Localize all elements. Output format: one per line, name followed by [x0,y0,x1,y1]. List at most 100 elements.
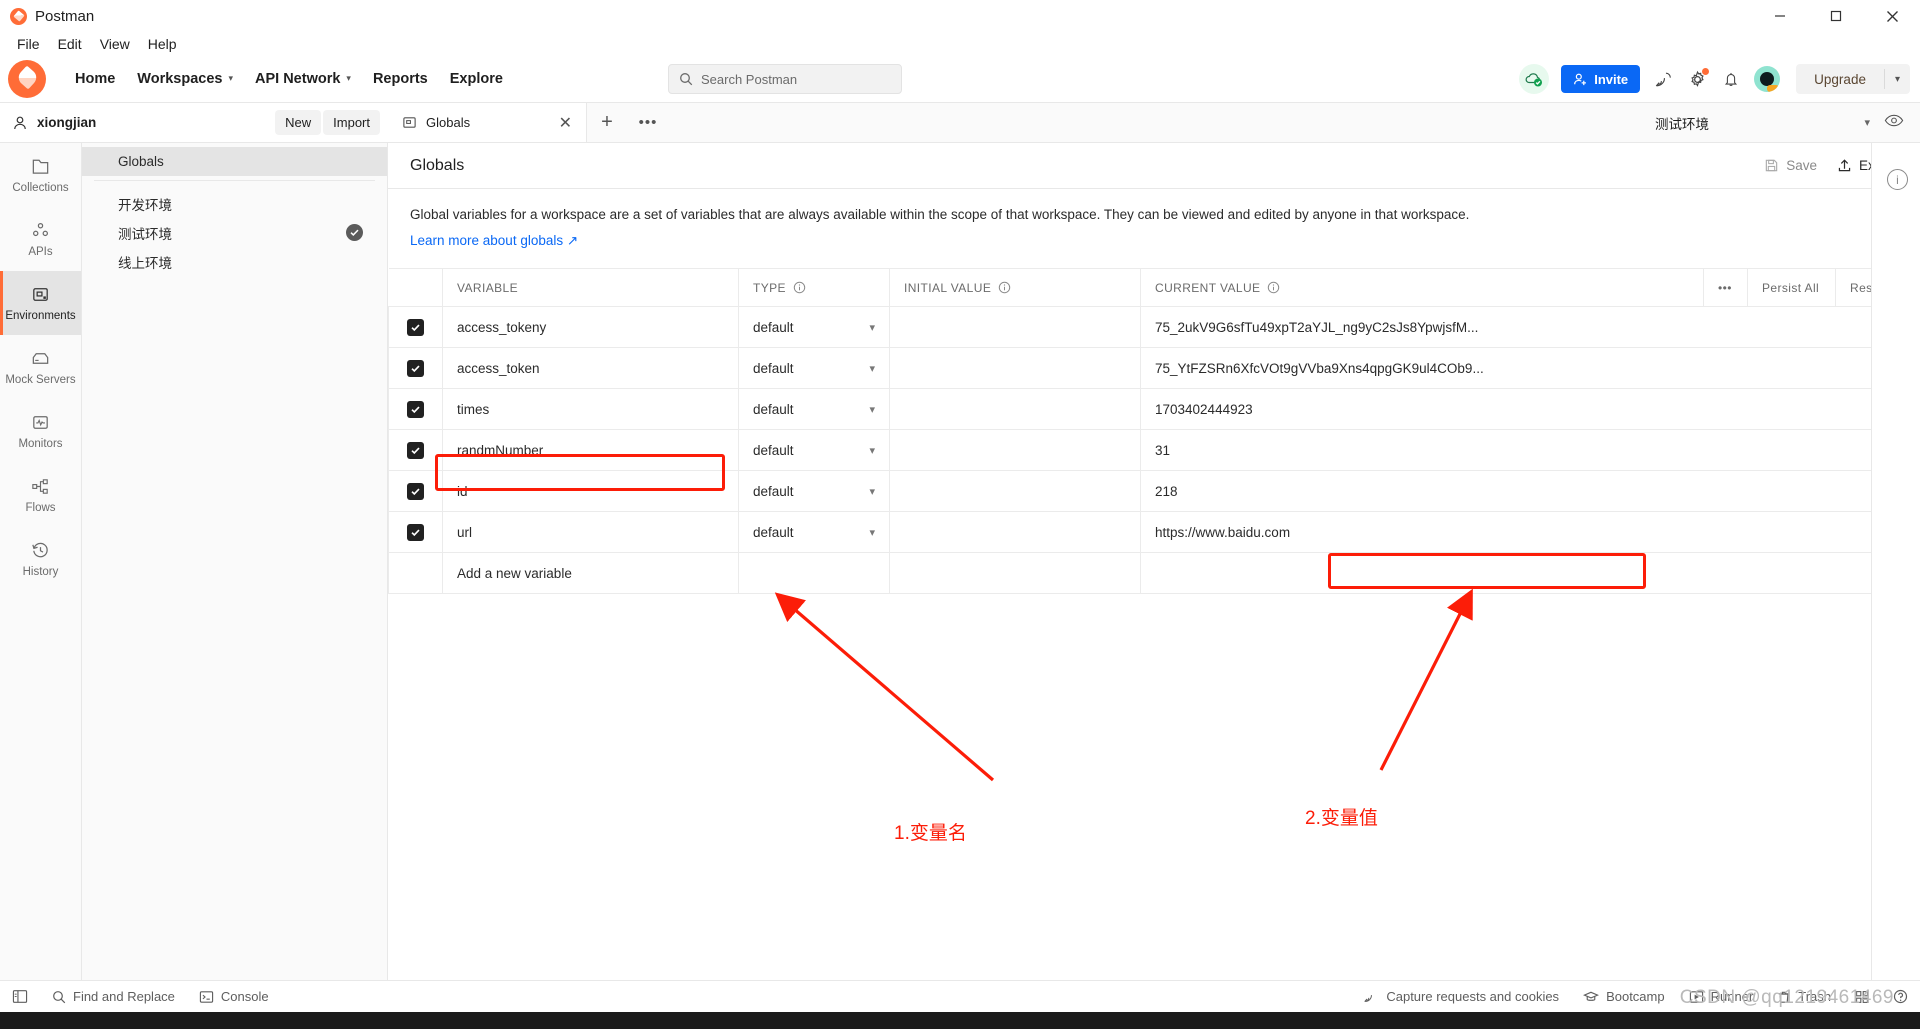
menu-file[interactable]: File [8,34,49,54]
variable-type-cell[interactable]: default ▾ [738,511,890,554]
sidebar-item-mock-servers[interactable]: Mock Servers [0,335,81,399]
environment-item-dev[interactable]: 开发环境 [82,189,387,218]
variable-type-cell[interactable]: default ▾ [738,429,890,472]
find-and-replace-button[interactable]: Find and Replace [40,989,187,1004]
current-value-cell[interactable]: https://www.baidu.com [1140,511,1920,554]
gear-icon[interactable] [1686,68,1710,90]
info-icon[interactable]: i [1887,169,1908,190]
variable-name-cell[interactable]: id [442,470,739,513]
chevron-down-icon[interactable]: ▾ [1885,74,1910,85]
sidebar-item-flows[interactable]: Flows [0,463,81,527]
variable-type-label: default [753,401,794,417]
search-input[interactable]: Search Postman [668,64,902,94]
persist-all-button[interactable]: Persist All [1747,268,1836,308]
avatar[interactable] [1754,66,1781,92]
info-icon[interactable] [793,281,806,294]
add-row-current-cell[interactable] [1140,552,1920,595]
add-variable-row[interactable]: Add a new variable [388,552,1920,595]
selected-environment-label: 测试环境 [1655,116,1709,132]
variable-type-cell[interactable]: default ▾ [738,347,890,390]
sidebar-item-collections[interactable]: Collections [0,143,81,207]
close-icon[interactable] [1864,0,1920,32]
invite-button[interactable]: Invite [1561,65,1641,93]
checkbox-checked-icon[interactable] [407,400,424,418]
add-variable-input[interactable]: Add a new variable [442,552,739,595]
variable-name-cell[interactable]: url [442,511,739,554]
environment-label: 测试环境 [118,226,172,242]
menu-help[interactable]: Help [139,34,186,54]
variable-name-cell[interactable]: access_tokeny [442,306,739,349]
sidebar-item-history[interactable]: History [0,527,81,591]
sidebar-toggle-button[interactable] [0,989,40,1004]
info-icon[interactable] [1267,281,1280,294]
initial-value-cell[interactable] [889,347,1141,390]
add-row-initial-cell[interactable] [889,552,1141,595]
row-checkbox-cell[interactable] [388,306,443,349]
tab-options-button[interactable]: ••• [627,103,669,142]
variable-type-cell[interactable]: default ▾ [738,388,890,431]
variable-name-cell[interactable]: access_token [442,347,739,390]
info-icon[interactable] [998,281,1011,294]
current-value-cell[interactable]: 218 [1140,470,1920,513]
initial-value-cell[interactable] [889,511,1141,554]
checkbox-checked-icon[interactable] [407,318,424,336]
nav-reports[interactable]: Reports [362,65,439,93]
sidebar-item-monitors[interactable]: Monitors [0,399,81,463]
nav-api-network[interactable]: API Network ▾ [244,65,362,93]
nav-explore[interactable]: Explore [439,65,514,93]
current-value-cell[interactable]: 75_2ukV9G6sfTu49xpT2aYJL_ng9yC2sJs8Ypwjs… [1140,306,1920,349]
bootcamp-button[interactable]: Bootcamp [1571,989,1677,1004]
menu-edit[interactable]: Edit [49,34,91,54]
row-checkbox-cell[interactable] [388,347,443,390]
maximize-icon[interactable] [1808,0,1864,32]
variable-name-cell[interactable]: times [442,388,739,431]
current-value-cell[interactable]: 75_YtFZSRn6XfcVOt9gVVba9Xns4qpgGK9ul4COb… [1140,347,1920,390]
nav-home[interactable]: Home [64,65,126,93]
initial-value-cell[interactable] [889,429,1141,472]
chevron-down-icon: ▾ [869,485,875,498]
upgrade-control[interactable]: Upgrade ▾ [1796,64,1910,94]
close-icon[interactable]: ✕ [559,113,572,133]
initial-value-cell[interactable] [889,388,1141,431]
variable-name-cell[interactable]: randmNumber [442,429,739,472]
initial-value-cell[interactable] [889,306,1141,349]
import-button[interactable]: Import [323,110,380,135]
checkbox-checked-icon[interactable] [407,441,424,459]
current-value-cell[interactable]: 31 [1140,429,1920,472]
menu-view[interactable]: View [91,34,139,54]
console-button[interactable]: Console [187,989,281,1004]
save-button[interactable]: Save [1764,158,1817,173]
learn-more-link[interactable]: Learn more about globals ↗ [410,233,578,249]
capture-requests-button[interactable]: Capture requests and cookies [1351,989,1571,1004]
table-options-button[interactable]: ••• [1703,268,1748,308]
sidebar-item-apis[interactable]: APIs [0,207,81,271]
variable-type-cell[interactable]: default ▾ [738,470,890,513]
nav-workspaces[interactable]: Workspaces ▾ [126,65,244,93]
workspace-user[interactable]: xiongjian [0,115,96,131]
current-value-cell[interactable]: 1703402444923 [1140,388,1920,431]
cloud-check-icon[interactable] [1519,64,1550,94]
minimize-icon[interactable] [1752,0,1808,32]
tab-globals[interactable]: Globals ✕ [388,103,587,142]
postman-brand-icon[interactable] [8,59,46,98]
environment-item-globals[interactable]: Globals [82,147,387,176]
row-checkbox-cell[interactable] [388,511,443,554]
checkbox-checked-icon[interactable] [407,523,424,541]
variable-type-cell[interactable]: default ▾ [738,306,890,349]
add-row-type-cell[interactable] [738,552,890,595]
initial-value-cell[interactable] [889,470,1141,513]
bell-icon[interactable] [1720,68,1742,90]
row-checkbox-cell[interactable] [388,470,443,513]
environment-selector[interactable]: 测试环境 ▾ [1655,113,1870,133]
eye-icon[interactable] [1884,113,1904,133]
new-button[interactable]: New [275,110,322,135]
row-checkbox-cell[interactable] [388,429,443,472]
new-tab-button[interactable]: + [587,103,627,142]
sidebar-item-environments[interactable]: Environments [0,271,81,335]
checkbox-checked-icon[interactable] [407,482,424,500]
checkbox-checked-icon[interactable] [407,359,424,377]
environment-item-test[interactable]: 测试环境 [82,218,387,247]
environment-item-prod[interactable]: 线上环境 [82,247,387,276]
row-checkbox-cell[interactable] [388,388,443,431]
satellite-icon[interactable] [1652,68,1674,90]
